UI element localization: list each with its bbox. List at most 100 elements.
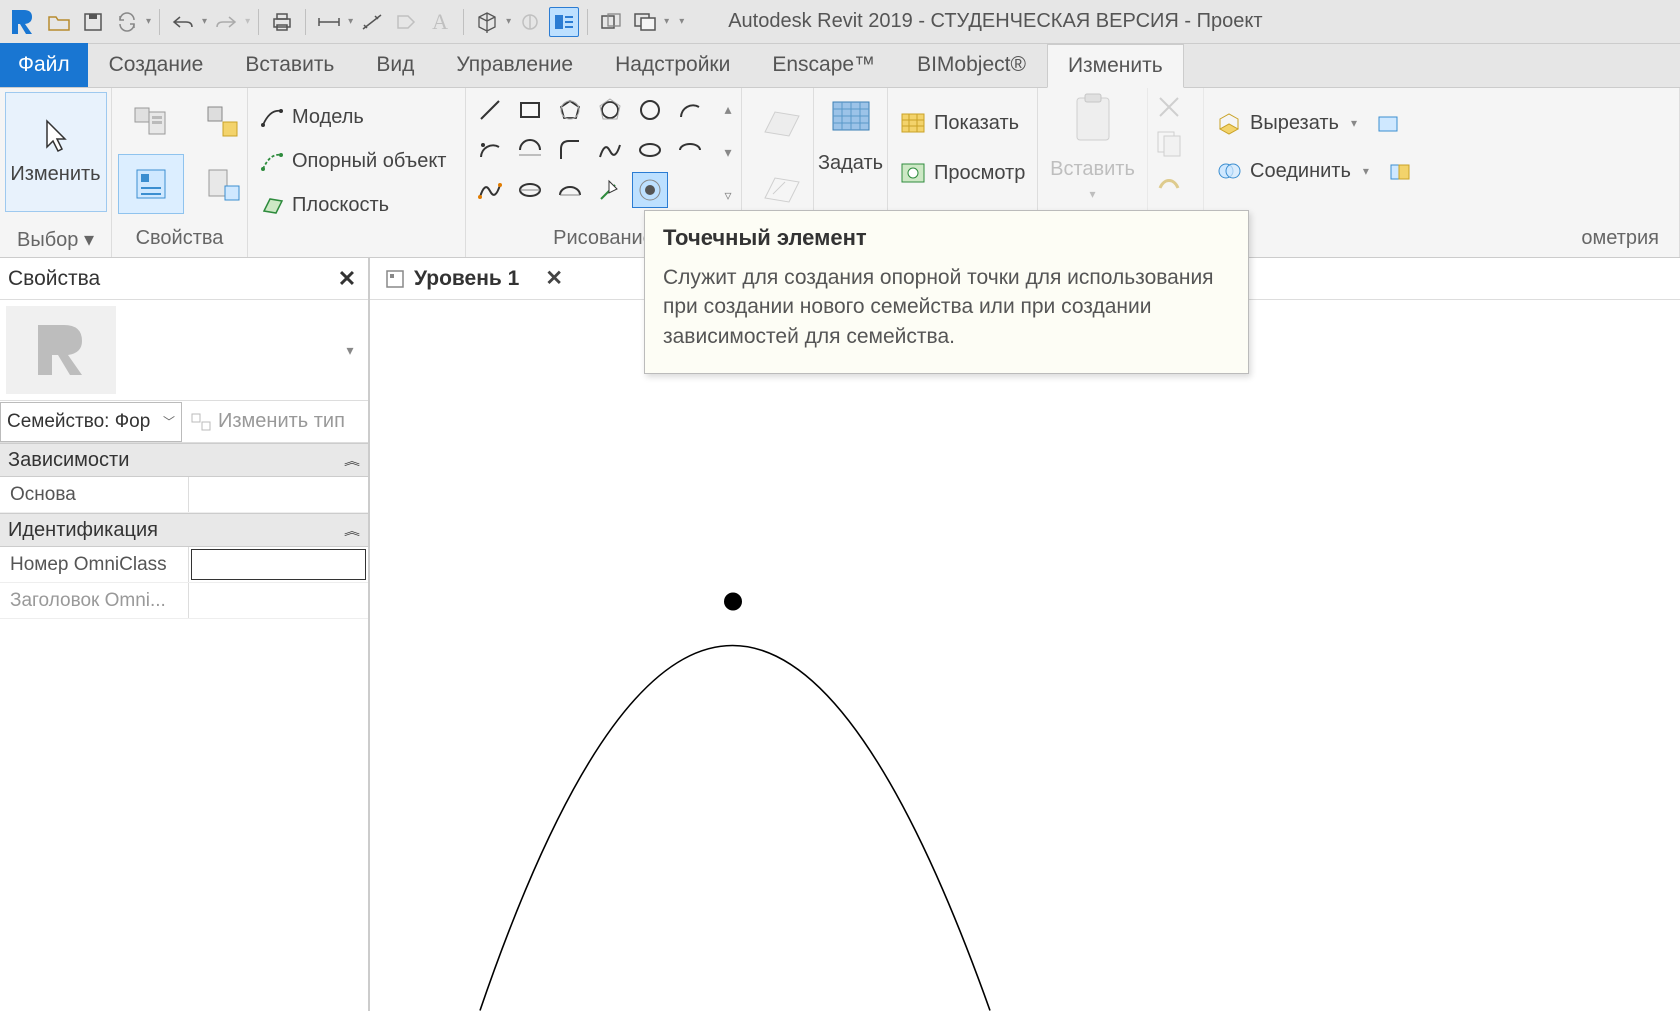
type-dropdown[interactable] — [124, 332, 330, 368]
draw-line-icon[interactable] — [472, 92, 508, 128]
view-tab-level1[interactable]: Уровень 1 ✕ — [370, 258, 577, 300]
scroll-up-icon[interactable]: ▴ — [718, 92, 738, 126]
type-thumbnail — [6, 306, 116, 394]
section-identification[interactable]: Идентификация ︽ — [0, 513, 368, 547]
reference-button[interactable]: Опорный объект — [254, 140, 452, 182]
prop-omniclass-title-value — [188, 583, 368, 618]
section-dependencies[interactable]: Зависимости ︽ — [0, 443, 368, 477]
3d-view-icon[interactable] — [472, 7, 502, 37]
file-tab[interactable]: Файл — [0, 43, 88, 87]
separator — [159, 9, 160, 35]
draw-arc-tangent-icon[interactable] — [512, 132, 548, 168]
draw-spline-icon[interactable] — [592, 132, 628, 168]
scroll-down-icon[interactable]: ▾ — [718, 135, 738, 169]
close-icon[interactable]: ✕ — [334, 266, 360, 292]
draw-half-ellipse-icon[interactable] — [552, 172, 588, 208]
chevron-down-icon[interactable]: ▾ — [338, 342, 362, 359]
cope-icon[interactable] — [1375, 111, 1401, 135]
join-geom-label: Соединить — [1250, 160, 1351, 183]
tab-manage[interactable]: Управление — [435, 43, 594, 87]
draw-partial-ellipse-icon[interactable] — [672, 132, 708, 168]
tab-insert[interactable]: Вставить — [224, 43, 355, 87]
draw-fillet-icon[interactable] — [552, 132, 588, 168]
paste-label: Вставить — [1050, 158, 1135, 181]
separator — [305, 9, 306, 35]
model-label: Модель — [292, 106, 364, 129]
undo-icon[interactable] — [168, 7, 198, 37]
text-icon[interactable]: A — [425, 7, 455, 37]
prop-base-label: Основа — [0, 477, 188, 512]
tab-view[interactable]: Вид — [355, 43, 435, 87]
view-icon — [384, 268, 406, 290]
show-button[interactable]: Показать — [894, 102, 1025, 144]
cut-geom-icon — [1216, 111, 1242, 135]
app-title: Autodesk Revit 2019 - СТУДЕНЧЕСКАЯ ВЕРСИ… — [728, 10, 1262, 33]
draw-circle-icon[interactable] — [632, 92, 668, 128]
redo-icon[interactable] — [211, 7, 241, 37]
panel-model-label — [248, 230, 465, 257]
join-geom-button[interactable]: Соединить ▾ — [1210, 150, 1419, 192]
ribbon-tabstrip: Файл Создание Вставить Вид Управление На… — [0, 44, 1680, 88]
tag-icon[interactable] — [391, 7, 421, 37]
drawing-canvas[interactable] — [370, 300, 1680, 1011]
section-icon[interactable] — [515, 7, 545, 37]
draw-ellipse-icon[interactable] — [632, 132, 668, 168]
viewer-button[interactable]: Просмотр — [894, 152, 1031, 194]
draw-ellipse-axis-icon[interactable] — [512, 172, 548, 208]
print-icon[interactable] — [267, 7, 297, 37]
props-icon-1[interactable] — [118, 92, 184, 152]
tab-bimobject[interactable]: BIMobject® — [896, 43, 1047, 87]
draw-arc-center-icon[interactable] — [472, 132, 508, 168]
tab-create[interactable]: Создание — [88, 43, 225, 87]
align-dim-icon[interactable] — [357, 7, 387, 37]
close-view-icon[interactable]: ✕ — [545, 266, 563, 291]
join-extra-icon[interactable] — [1387, 159, 1413, 183]
switch-windows-icon[interactable] — [630, 7, 660, 37]
modify-label: Изменить — [10, 163, 100, 186]
separator — [258, 9, 259, 35]
sync-icon[interactable] — [112, 7, 142, 37]
separator — [463, 9, 464, 35]
panel-select-label[interactable]: Выбор ▾ — [0, 223, 111, 257]
prop-omniclass-num-label: Номер OmniClass — [0, 547, 188, 582]
measure-icon[interactable] — [314, 7, 344, 37]
join-geom-icon — [1216, 159, 1242, 183]
collapse-icon: ︽ — [344, 452, 360, 469]
section-deps-label: Зависимости — [8, 449, 129, 472]
draw-arc-start-icon[interactable] — [672, 92, 708, 128]
draw-spline-pts-icon[interactable] — [472, 172, 508, 208]
family-selector[interactable]: Семейство: Фор ﹀ — [0, 402, 182, 442]
edit-type-icon — [190, 412, 212, 432]
props-icon-3[interactable] — [190, 92, 256, 152]
tooltip-body: Служит для создания опорной точки для ис… — [663, 263, 1230, 351]
tab-addins[interactable]: Надстройки — [594, 43, 751, 87]
edit-type-label: Изменить тип — [218, 410, 345, 433]
cursor-icon — [41, 119, 71, 155]
model-button[interactable]: Модель — [254, 96, 370, 138]
panel-props-label: Свойства — [112, 223, 247, 257]
tab-modify[interactable]: Изменить — [1047, 44, 1184, 88]
edit-type-button: Изменить тип — [182, 410, 368, 433]
open-icon[interactable] — [44, 7, 74, 37]
props-icon-4[interactable] — [190, 154, 256, 214]
expand-icon[interactable]: ▿ — [718, 178, 738, 212]
cut-geom-label: Вырезать — [1250, 112, 1339, 135]
thin-lines-icon[interactable] — [549, 7, 579, 37]
draw-polygon-in-icon[interactable] — [552, 92, 588, 128]
plane-button[interactable]: Плоскость — [254, 184, 395, 226]
chevron-down-icon: ﹀ — [163, 413, 175, 430]
draw-pick-lines-icon[interactable] — [592, 172, 628, 208]
set-workplane-icon[interactable] — [827, 92, 875, 140]
props-icon-2[interactable] — [118, 154, 184, 214]
tab-enscape[interactable]: Enscape™ — [751, 43, 896, 87]
omniclass-number-input[interactable] — [191, 549, 366, 580]
revit-logo-icon — [4, 4, 40, 40]
modify-button[interactable]: Изменить — [5, 92, 107, 212]
workplane-icon-2 — [748, 158, 814, 218]
cut-geom-button[interactable]: Вырезать ▾ — [1210, 102, 1407, 144]
draw-rect-icon[interactable] — [512, 92, 548, 128]
close-inactive-icon[interactable] — [596, 7, 626, 37]
save-icon[interactable] — [78, 7, 108, 37]
draw-polygon-out-icon[interactable] — [592, 92, 628, 128]
draw-point-icon[interactable] — [632, 172, 668, 208]
